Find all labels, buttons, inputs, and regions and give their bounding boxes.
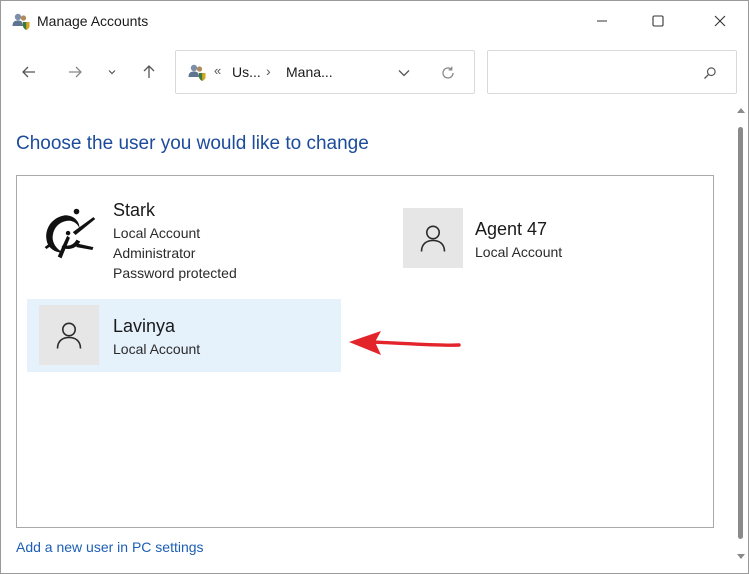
refresh-button[interactable] [438,63,458,83]
close-button[interactable] [697,5,743,37]
account-password-status: Password protected [113,265,237,281]
scroll-up-button[interactable] [736,105,746,115]
account-name: Lavinya [113,316,176,336]
custom-logo-icon [44,208,96,259]
account-tile-stark[interactable]: Stark Local Account Administrator Passwo… [29,196,349,284]
account-name: Stark [113,200,156,220]
back-button[interactable] [15,57,43,87]
address-bar[interactable]: « Us... › Mana... [175,50,475,94]
account-type: Local Account [113,225,201,241]
breadcrumb-separator[interactable]: › [266,63,271,79]
account-type: Local Account [113,341,201,357]
person-icon [420,225,446,252]
forward-button[interactable] [61,57,89,87]
scroll-down-button[interactable] [736,552,746,562]
add-new-user-link[interactable]: Add a new user in PC settings [16,539,204,555]
breadcrumb-manage-accounts[interactable]: Mana... [286,64,333,80]
users-shield-icon [11,11,31,31]
maximize-button[interactable] [635,5,681,37]
page-title: Choose the user you would like to change [16,133,369,154]
account-type: Local Account [475,244,563,260]
annotation-arrow-icon [349,331,461,355]
recent-locations-button[interactable] [101,57,123,87]
refresh-icon [442,66,454,79]
address-dropdown-button[interactable] [394,63,414,83]
users-shield-icon [187,62,207,82]
account-name: Agent 47 [475,219,548,239]
person-icon [56,322,82,349]
avatar [403,208,463,268]
search-icon[interactable] [700,63,720,83]
chevron-down-icon [108,70,116,75]
arrow-up-icon [143,65,155,78]
manage-accounts-window: Manage Accounts « Us... › Mana... Choose… [0,0,749,574]
minimize-icon [597,20,607,22]
triangle-down-icon [737,554,745,559]
account-tile-lavinya[interactable]: Lavinya Local Account [27,299,341,372]
minimize-button[interactable] [579,5,625,37]
chevron-down-icon [398,70,410,77]
breadcrumb-user-accounts[interactable]: Us... [232,64,261,80]
account-role: Administrator [113,245,196,261]
avatar [39,204,99,264]
account-tile-agent-47[interactable]: Agent 47 Local Account [397,202,697,274]
close-icon [714,15,726,27]
triangle-up-icon [737,108,745,113]
title-bar: Manage Accounts [1,1,748,41]
arrow-right-icon [69,66,82,78]
maximize-icon [652,15,664,27]
search-input[interactable] [487,50,737,94]
arrow-left-icon [22,66,35,78]
breadcrumb-overflow[interactable]: « [214,63,221,78]
window-title: Manage Accounts [37,13,149,29]
scrollbar-thumb[interactable] [738,127,743,539]
up-button[interactable] [135,57,163,87]
avatar [39,305,99,365]
